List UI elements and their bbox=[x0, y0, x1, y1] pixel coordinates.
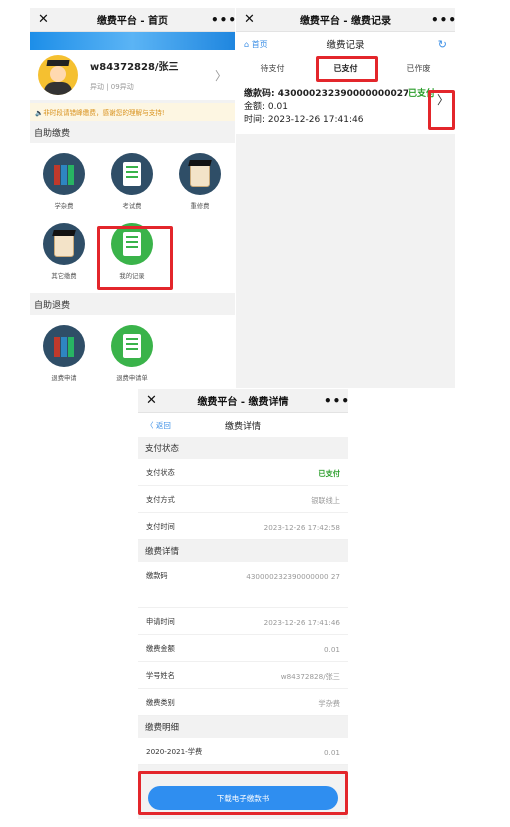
self-pay-grid: 学杂费 考试费 重修费 其它缴费 我的记录 bbox=[30, 143, 235, 293]
more-icon[interactable]: ••• bbox=[431, 13, 455, 27]
close-icon[interactable]: ✕ bbox=[244, 12, 260, 27]
row-value: 0.01 bbox=[323, 645, 340, 654]
row-value: 2023-12-26 17:41:46 bbox=[263, 618, 340, 627]
detail-row: 缴费金额 0.01 bbox=[138, 635, 348, 662]
title-bar: ✕ 缴费平台 - 缴费详情 ••• bbox=[138, 389, 348, 413]
row-label: 2020-2021-学费 bbox=[146, 747, 203, 756]
detail-row: 支付状态 已支付 bbox=[138, 459, 348, 486]
detail-row: 2020-2021-学费 0.01 bbox=[138, 738, 348, 765]
detail-row: 学号姓名 w84372828/张三 bbox=[138, 662, 348, 689]
group-title: 缴费明细 bbox=[145, 723, 180, 733]
chevron-right-icon[interactable]: 〉 bbox=[437, 94, 449, 107]
exam-fee-item[interactable]: 考试费 bbox=[98, 149, 166, 219]
section-title-self-refund: 自助退费 bbox=[34, 300, 71, 311]
profile-status: 异动 | 09异动 bbox=[90, 83, 134, 91]
row-value: 430000232390000000 27 bbox=[246, 572, 340, 581]
row-value: w84372828/张三 bbox=[280, 672, 340, 681]
download-receipt-button[interactable]: 下载电子缴款书 bbox=[148, 786, 338, 810]
window-title: 缴费平台 - 缴费详情 bbox=[197, 397, 289, 408]
item-label: 重修费 bbox=[190, 203, 210, 210]
page-title: 缴费记录 bbox=[326, 40, 365, 51]
home-screen: ✕ 缴费平台 - 首页 ••• w84372828/张三 异动 | 09异动 〉… bbox=[30, 8, 235, 388]
tab-paid[interactable]: 已支付 bbox=[309, 63, 382, 74]
row-value: 2023-12-26 17:42:58 bbox=[263, 523, 340, 532]
books-icon bbox=[43, 153, 85, 195]
books-icon bbox=[43, 325, 85, 367]
group-title: 缴费详情 bbox=[145, 547, 180, 557]
close-icon[interactable]: ✕ bbox=[38, 12, 54, 27]
close-icon[interactable]: ✕ bbox=[146, 393, 162, 408]
records-screen: ✕ 缴费平台 - 缴费记录 ••• ⌂ 首页 缴费记录 ↻ 待支付 已支付 已作… bbox=[236, 8, 455, 134]
row-value: 学杂费 bbox=[318, 699, 340, 708]
scroll-icon bbox=[43, 223, 85, 265]
details-nav: 〈 返回 缴费详情 bbox=[138, 413, 348, 437]
record-time: 时间: 2023-12-26 17:41:46 bbox=[244, 115, 364, 125]
detail-row: 缴费类别 学杂费 bbox=[138, 689, 348, 716]
record-item[interactable]: 缴款码: 430000232390000000027 金额: 0.01 时间: … bbox=[236, 80, 455, 130]
refund-form-item[interactable]: 退费申请单 bbox=[98, 321, 166, 388]
row-value: 0.01 bbox=[323, 748, 340, 757]
item-label: 其它缴费 bbox=[51, 273, 77, 280]
notice-bar: 🔈非时段请错峰缴费，感谢您的理解与支持! bbox=[30, 103, 235, 121]
row-label: 支付方式 bbox=[146, 495, 175, 504]
tuition-fee-item[interactable]: 学杂费 bbox=[30, 149, 98, 219]
status-tabs: 待支付 已支付 已作废 bbox=[236, 56, 455, 80]
chevron-right-icon: 〉 bbox=[214, 68, 227, 83]
refund-apply-item[interactable]: 退费申请 bbox=[30, 321, 98, 388]
row-label: 缴款码 bbox=[146, 571, 168, 580]
item-label: 退费申请 bbox=[51, 375, 77, 382]
self-refund-grid: 退费申请 退费申请单 bbox=[30, 315, 235, 388]
detail-row: 申请时间 2023-12-26 17:41:46 bbox=[138, 608, 348, 635]
record-amount: 金额: 0.01 bbox=[244, 102, 288, 112]
avatar bbox=[38, 55, 78, 95]
row-label: 缴费金额 bbox=[146, 644, 175, 653]
diploma-icon bbox=[179, 153, 221, 195]
home-link[interactable]: ⌂ 首页 bbox=[244, 39, 294, 50]
other-fee-item[interactable]: 其它缴费 bbox=[30, 219, 98, 289]
detail-row: 缴款码 430000232390000000 27 bbox=[138, 562, 348, 608]
exam-paper-icon bbox=[111, 153, 153, 195]
profile-name: w84372828/张三 bbox=[90, 62, 179, 73]
item-label: 退费申请单 bbox=[116, 375, 148, 382]
detail-row: 支付方式 银联线上 bbox=[138, 486, 348, 513]
banner bbox=[30, 32, 235, 50]
records-background bbox=[236, 134, 455, 388]
records-icon bbox=[111, 325, 153, 367]
records-nav: ⌂ 首页 缴费记录 ↻ bbox=[236, 32, 455, 56]
tab-pending[interactable]: 待支付 bbox=[236, 63, 309, 74]
row-value: 银联线上 bbox=[311, 496, 340, 505]
row-label: 支付状态 bbox=[146, 468, 175, 477]
my-records-item[interactable]: 我的记录 bbox=[98, 219, 166, 289]
row-value: 已支付 bbox=[318, 469, 340, 478]
row-label: 申请时间 bbox=[146, 617, 175, 626]
details-screen: ✕ 缴费平台 - 缴费详情 ••• 〈 返回 缴费详情 支付状态 支付状态 已支… bbox=[138, 389, 348, 819]
detail-row: 支付时间 2023-12-26 17:42:58 bbox=[138, 513, 348, 540]
more-icon[interactable]: ••• bbox=[324, 394, 348, 408]
item-label: 学杂费 bbox=[54, 203, 74, 210]
refresh-icon[interactable]: ↻ bbox=[397, 38, 447, 51]
title-bar: ✕ 缴费平台 - 缴费记录 ••• bbox=[236, 8, 455, 32]
row-label: 缴费类别 bbox=[146, 698, 175, 707]
status-badge: 已支付 bbox=[407, 88, 435, 101]
records-icon bbox=[111, 223, 153, 265]
title-bar: ✕ 缴费平台 - 首页 ••• bbox=[30, 8, 235, 32]
group-title: 支付状态 bbox=[145, 444, 180, 454]
window-title: 缴费平台 - 首页 bbox=[96, 16, 169, 27]
row-label: 支付时间 bbox=[146, 522, 175, 531]
item-label: 考试费 bbox=[122, 203, 142, 210]
more-icon[interactable]: ••• bbox=[211, 13, 235, 27]
item-label: 我的记录 bbox=[119, 273, 145, 280]
section-title-self-pay: 自助缴费 bbox=[34, 128, 71, 139]
row-label: 学号姓名 bbox=[146, 671, 175, 680]
profile-card[interactable]: w84372828/张三 异动 | 09异动 〉 bbox=[30, 50, 235, 100]
back-link[interactable]: 〈 返回 bbox=[146, 420, 171, 431]
window-title: 缴费平台 - 缴费记录 bbox=[299, 16, 392, 27]
tab-voided[interactable]: 已作废 bbox=[382, 63, 455, 74]
retake-fee-item[interactable]: 重修费 bbox=[166, 149, 234, 219]
